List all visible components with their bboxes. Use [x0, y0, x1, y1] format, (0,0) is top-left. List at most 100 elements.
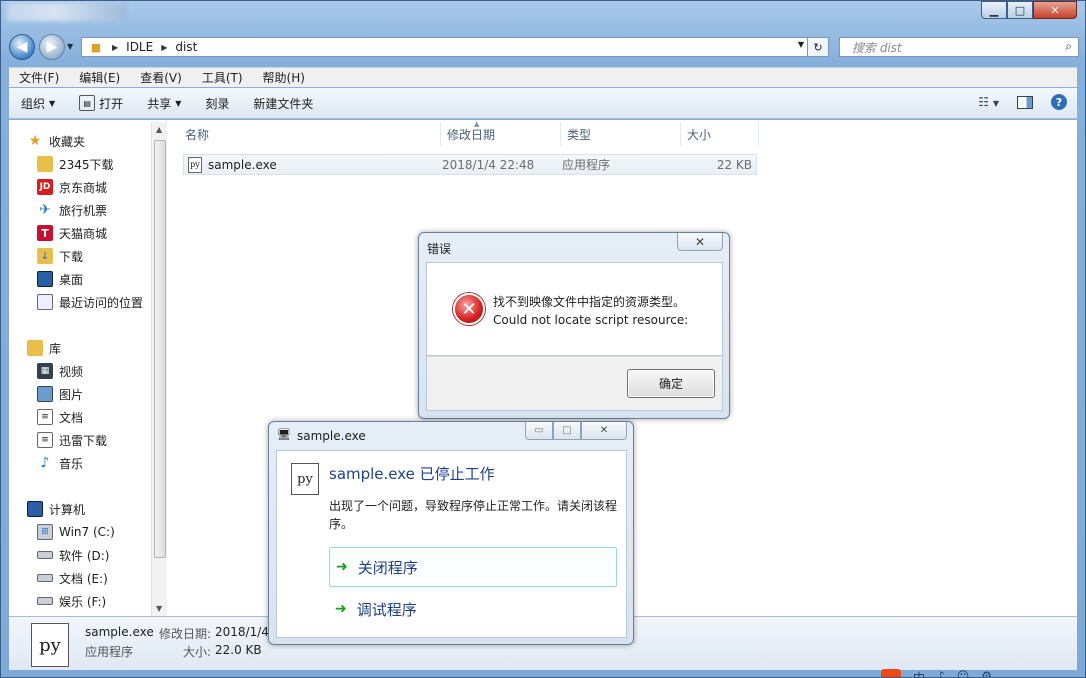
sidebar-item-drive-c[interactable]: ⊞ Win7 (C:) — [37, 522, 115, 542]
breadcrumb-separator-icon[interactable]: ▶ — [161, 43, 167, 52]
open-button[interactable]: ▤ 打开 — [67, 95, 135, 112]
stopped-working-dialog: 🖥 sample.exe ▭ □ ✕ py sample.exe 已停止工作 出… — [268, 421, 634, 645]
help-icon[interactable]: ? — [1051, 94, 1067, 110]
breadcrumb-separator-icon[interactable]: ▶ — [112, 43, 118, 52]
details-modified-label: 修改日期: — [159, 627, 212, 641]
stopped-dialog-body: py sample.exe 已停止工作 出现了一个问题，导致程序停止正常工作。请… — [276, 450, 627, 638]
organize-label: 组织 — [21, 96, 46, 111]
scroll-down-icon[interactable]: ▼ — [156, 604, 162, 613]
dropdown-arrow-icon: ▼ — [49, 98, 56, 108]
address-dropdown-icon[interactable]: ▼ — [798, 40, 804, 49]
sidebar-item-thunder[interactable]: ≡ 迅雷下载 — [37, 430, 107, 450]
error-close-button[interactable]: ✕ — [677, 233, 723, 251]
settings-icon[interactable]: ⚙ — [981, 669, 992, 677]
column-headers: ▲ 名称 修改日期 类型 大小 — [179, 120, 759, 146]
minimize-button[interactable]: ▁ — [981, 1, 1007, 19]
folder-icon: ■ — [90, 40, 102, 54]
dropdown-arrow-icon: ▼ — [175, 98, 182, 108]
menu-file[interactable]: 文件(F) — [9, 69, 69, 86]
close-button[interactable]: ✕ — [1033, 1, 1077, 19]
preview-pane-icon[interactable] — [1017, 95, 1033, 109]
column-name-label: 名称 — [185, 127, 210, 142]
sidebar-item-drive-e[interactable]: 文档 (E:) — [37, 568, 108, 588]
details-size-value: 22.0 KB — [215, 643, 262, 657]
breadcrumb-dist[interactable]: dist — [175, 40, 197, 54]
back-button[interactable]: ◀ — [9, 34, 35, 60]
scroll-up-icon[interactable]: ▲ — [156, 125, 162, 134]
sidebar-item-2345-download[interactable]: 2345下载 — [37, 154, 114, 174]
drive-icon — [37, 551, 53, 559]
ok-button[interactable]: 确定 — [627, 369, 715, 398]
column-name[interactable]: 名称 — [179, 122, 441, 146]
sidebar-favorites[interactable]: ★ 收藏夹 — [27, 131, 85, 151]
maximize-button[interactable]: □ — [1007, 1, 1033, 19]
column-size[interactable]: 大小 — [681, 122, 759, 146]
back-arrow-icon: ◀ — [16, 39, 28, 55]
new-folder-button[interactable]: 新建文件夹 — [241, 95, 325, 112]
share-label: 共享 — [147, 96, 172, 111]
sogou-input-icon[interactable] — [881, 669, 901, 677]
tmall-icon: T — [37, 225, 53, 241]
sidebar-item-music[interactable]: ♪ 音乐 — [37, 453, 83, 473]
ime-icon[interactable]: 中 — [913, 669, 925, 677]
search-input[interactable]: 搜索 dist ⌕ — [839, 37, 1079, 57]
menu-help[interactable]: 帮助(H) — [253, 69, 315, 86]
sidebar-scrollbar[interactable]: ▲ ▼ — [151, 122, 167, 616]
sidebar-item-jd[interactable]: JD 京东商城 — [37, 177, 107, 197]
drive-icon — [37, 574, 53, 582]
face-icon[interactable]: ☺ — [957, 669, 970, 677]
sidebar-item-travel[interactable]: ✈ 旅行机票 — [37, 200, 107, 220]
sidebar-item-label: 视频 — [59, 364, 84, 379]
menu-view[interactable]: 查看(V) — [130, 69, 192, 86]
column-size-label: 大小 — [687, 127, 712, 142]
address-row: ◀ ▶ ▼ ■ ▶ IDLE ▶ dist ▼ ↻ 搜索 dist ⌕ — [9, 34, 1079, 60]
file-row[interactable]: py sample.exe 2018/1/4 22:48 应用程序 22 KB — [183, 154, 757, 175]
stopped-description: 出现了一个问题，导致程序停止正常工作。请关闭该程序。 — [329, 499, 618, 531]
menu-tools[interactable]: 工具(T) — [192, 69, 253, 86]
burn-button[interactable]: 刻录 — [193, 95, 241, 112]
search-icon[interactable]: ⌕ — [1065, 39, 1072, 54]
sidebar-item-label: 图片 — [59, 387, 84, 402]
sidebar-computer[interactable]: 计算机 — [27, 499, 85, 519]
sidebar-library[interactable]: 库 — [27, 338, 61, 358]
error-dialog-footer: 确定 — [426, 356, 723, 411]
forward-button[interactable]: ▶ — [39, 34, 65, 60]
details-modified-value: 2018/1/4 — [215, 625, 269, 639]
download-folder-icon: ↓ — [37, 248, 53, 264]
sidebar-item-video[interactable]: ▦ 视频 — [37, 361, 83, 381]
title-bar[interactable]: ▁ □ ✕ — [1, 1, 1085, 29]
share-button[interactable]: 共享 ▼ — [135, 95, 193, 112]
sidebar-item-drive-f[interactable]: 娱乐 (F:) — [37, 591, 106, 611]
breadcrumb-idle[interactable]: IDLE — [126, 40, 153, 54]
stopped-heading: sample.exe 已停止工作 — [329, 465, 495, 483]
close-program-option[interactable]: ➜ 关闭程序 — [329, 547, 617, 587]
refresh-button[interactable]: ↻ — [807, 37, 829, 57]
sidebar-library-label: 库 — [49, 341, 62, 356]
scrollbar-thumb[interactable] — [154, 140, 166, 558]
stopped-close-button[interactable]: ✕ — [581, 422, 627, 440]
python-file-icon: py — [31, 623, 69, 667]
view-options-icon[interactable]: ☷ ▼ — [978, 95, 999, 109]
sidebar-item-label: 娱乐 (F:) — [59, 594, 107, 609]
burn-label: 刻录 — [205, 96, 230, 111]
sidebar-item-pictures[interactable]: 图片 — [37, 384, 83, 404]
sidebar-item-tmall[interactable]: T 天猫商城 — [37, 223, 107, 243]
debug-program-option[interactable]: ➜ 调试程序 — [329, 589, 617, 629]
recent-pages-dropdown-icon[interactable]: ▼ — [67, 42, 73, 51]
sort-arrow-icon: ▲ — [474, 120, 480, 128]
column-type[interactable]: 类型 — [561, 122, 681, 146]
sidebar-item-recent-places[interactable]: 最近访问的位置 — [37, 292, 143, 312]
menu-edit[interactable]: 编辑(E) — [69, 69, 130, 86]
column-date[interactable]: 修改日期 — [441, 122, 561, 146]
sidebar-item-documents[interactable]: ≡ 文档 — [37, 407, 83, 427]
green-arrow-icon: ➜ — [335, 601, 347, 617]
sidebar-item-drive-d[interactable]: 软件 (D:) — [37, 545, 109, 565]
sidebar-item-desktop[interactable]: 桌面 — [37, 269, 83, 289]
sidebar-item-downloads[interactable]: ↓ 下载 — [37, 246, 83, 266]
organize-button[interactable]: 组织 ▼ — [9, 95, 67, 112]
minimize-button[interactable]: ▭ — [525, 422, 553, 440]
sidebar-item-label: 旅行机票 — [59, 203, 108, 218]
address-bar[interactable]: ■ ▶ IDLE ▶ dist ▼ — [81, 37, 811, 57]
sound-icon[interactable]: ♪ — [937, 669, 945, 677]
maximize-button[interactable]: □ — [553, 422, 581, 440]
